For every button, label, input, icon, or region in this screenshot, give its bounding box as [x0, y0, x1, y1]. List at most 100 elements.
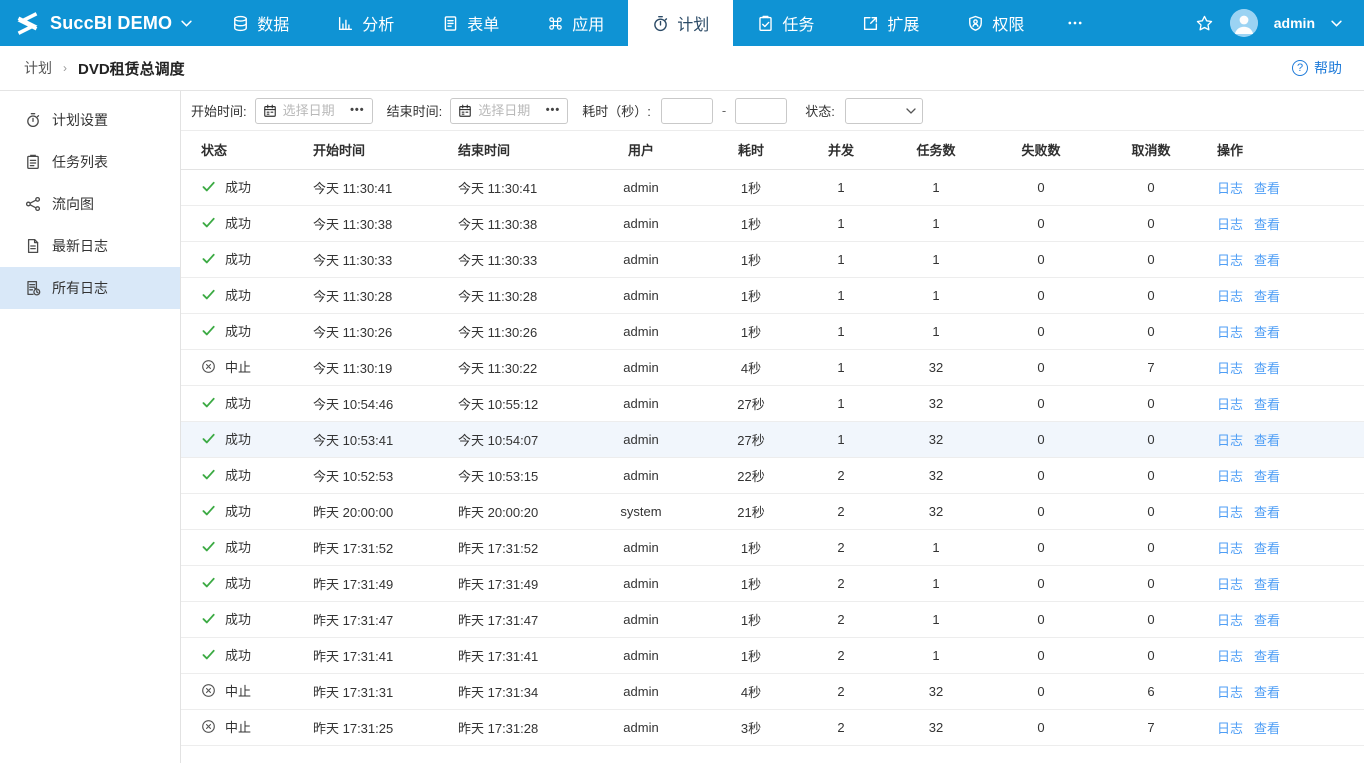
- end-date-field[interactable]: •••: [450, 98, 568, 124]
- end-date-input[interactable]: [478, 103, 539, 118]
- start-date-more-button[interactable]: •••: [350, 105, 365, 116]
- cell-failed-count: 0: [986, 565, 1096, 601]
- table-row[interactable]: 成功 今天 11:30:41 今天 11:30:41 admin 1秒 1 1 …: [181, 169, 1364, 205]
- view-link[interactable]: 查看: [1254, 253, 1280, 268]
- user-name[interactable]: admin: [1274, 15, 1315, 31]
- table-row[interactable]: 成功 昨天 17:31:49 昨天 17:31:49 admin 1秒 2 1 …: [181, 565, 1364, 601]
- cell-end-time: 今天 11:30:22: [436, 349, 576, 385]
- status-select[interactable]: [845, 98, 923, 124]
- view-link[interactable]: 查看: [1254, 289, 1280, 304]
- view-link[interactable]: 查看: [1254, 505, 1280, 520]
- end-time-label: 结束时间:: [387, 101, 443, 120]
- cell-task-count: 1: [886, 529, 986, 565]
- cell-concurrency: 1: [796, 205, 886, 241]
- view-link[interactable]: 查看: [1254, 361, 1280, 376]
- cell-start-time: 昨天 17:31:47: [291, 601, 436, 637]
- table-row[interactable]: 成功 今天 11:30:33 今天 11:30:33 admin 1秒 1 1 …: [181, 241, 1364, 277]
- user-avatar[interactable]: [1230, 9, 1258, 37]
- table-row[interactable]: 成功 昨天 17:31:47 昨天 17:31:47 admin 1秒 2 1 …: [181, 601, 1364, 637]
- user-chevron-down-icon[interactable]: [1331, 20, 1342, 27]
- log-link[interactable]: 日志: [1217, 469, 1243, 484]
- table-row[interactable]: 成功 今天 11:30:38 今天 11:30:38 admin 1秒 1 1 …: [181, 205, 1364, 241]
- table-row[interactable]: 中止 昨天 17:31:31 昨天 17:31:34 admin 4秒 2 32…: [181, 673, 1364, 709]
- table-row[interactable]: 成功 昨天 20:00:00 昨天 20:00:20 system 21秒 2 …: [181, 493, 1364, 529]
- sidebar: 计划设置 任务列表 流向图 最新日志 所有日志: [0, 91, 181, 763]
- cell-duration: 1秒: [706, 241, 796, 277]
- sidebar-item-flow-diagram[interactable]: 流向图: [0, 183, 180, 225]
- view-link[interactable]: 查看: [1254, 397, 1280, 412]
- log-link[interactable]: 日志: [1217, 613, 1243, 628]
- help-link[interactable]: ? 帮助: [1292, 58, 1342, 78]
- log-link[interactable]: 日志: [1217, 397, 1243, 412]
- sidebar-item-plan-settings[interactable]: 计划设置: [0, 99, 180, 141]
- log-link[interactable]: 日志: [1217, 721, 1243, 736]
- cell-end-time: 昨天 20:00:20: [436, 493, 576, 529]
- view-link[interactable]: 查看: [1254, 721, 1280, 736]
- duration-min-input[interactable]: [661, 98, 713, 124]
- view-link[interactable]: 查看: [1254, 613, 1280, 628]
- log-link[interactable]: 日志: [1217, 577, 1243, 592]
- log-link[interactable]: 日志: [1217, 685, 1243, 700]
- view-link[interactable]: 查看: [1254, 325, 1280, 340]
- view-link[interactable]: 查看: [1254, 685, 1280, 700]
- view-link[interactable]: 查看: [1254, 469, 1280, 484]
- log-link[interactable]: 日志: [1217, 505, 1243, 520]
- sidebar-item-task-list[interactable]: 任务列表: [0, 141, 180, 183]
- cell-end-time: 今天 11:30:28: [436, 277, 576, 313]
- nav-item-form[interactable]: 表单: [418, 0, 523, 46]
- col-status: 状态: [181, 131, 291, 169]
- log-link[interactable]: 日志: [1217, 361, 1243, 376]
- nav-item-extension[interactable]: 扩展: [838, 0, 943, 46]
- nav-item-analysis[interactable]: 分析: [313, 0, 418, 46]
- table-row[interactable]: 成功 今天 11:30:26 今天 11:30:26 admin 1秒 1 1 …: [181, 313, 1364, 349]
- table-row[interactable]: 成功 今天 10:52:53 今天 10:53:15 admin 22秒 2 3…: [181, 457, 1364, 493]
- log-link[interactable]: 日志: [1217, 325, 1243, 340]
- nav-item-tasks[interactable]: 任务: [733, 0, 838, 46]
- log-link[interactable]: 日志: [1217, 649, 1243, 664]
- log-link[interactable]: 日志: [1217, 541, 1243, 556]
- cell-concurrency: 1: [796, 169, 886, 205]
- start-date-input[interactable]: [283, 103, 344, 118]
- table-row[interactable]: 成功 昨天 17:31:52 昨天 17:31:52 admin 1秒 2 1 …: [181, 529, 1364, 565]
- chart-icon: [337, 15, 354, 32]
- view-link[interactable]: 查看: [1254, 541, 1280, 556]
- sidebar-item-all-logs[interactable]: 所有日志: [0, 267, 180, 309]
- nav-more-button[interactable]: [1048, 0, 1102, 46]
- nav-item-data[interactable]: 数据: [208, 0, 313, 46]
- table-row[interactable]: 中止 今天 11:30:19 今天 11:30:22 admin 4秒 1 32…: [181, 349, 1364, 385]
- table-row[interactable]: 成功 今天 10:53:41 今天 10:54:07 admin 27秒 1 3…: [181, 421, 1364, 457]
- cell-user: admin: [576, 637, 706, 673]
- table-row[interactable]: 成功 昨天 17:31:41 昨天 17:31:41 admin 1秒 2 1 …: [181, 637, 1364, 673]
- topbar-right: admin: [1195, 0, 1364, 46]
- view-link[interactable]: 查看: [1254, 433, 1280, 448]
- nav-item-permission[interactable]: 权限: [943, 0, 1048, 46]
- view-link[interactable]: 查看: [1254, 577, 1280, 592]
- brand-menu[interactable]: SuccBI DEMO: [0, 0, 208, 46]
- nav-item-apps[interactable]: 应用: [523, 0, 628, 46]
- end-date-more-button[interactable]: •••: [546, 105, 561, 116]
- cell-user: admin: [576, 457, 706, 493]
- cell-failed-count: 0: [986, 421, 1096, 457]
- log-link[interactable]: 日志: [1217, 433, 1243, 448]
- view-link[interactable]: 查看: [1254, 181, 1280, 196]
- log-link[interactable]: 日志: [1217, 289, 1243, 304]
- log-link[interactable]: 日志: [1217, 217, 1243, 232]
- start-time-label: 开始时间:: [191, 101, 247, 120]
- start-date-field[interactable]: •••: [255, 98, 373, 124]
- success-check-icon: [201, 287, 216, 302]
- nav-item-schedule[interactable]: 计划: [628, 0, 733, 46]
- log-link[interactable]: 日志: [1217, 181, 1243, 196]
- table-row[interactable]: 中止 昨天 17:31:25 昨天 17:31:28 admin 3秒 2 32…: [181, 709, 1364, 745]
- sidebar-item-latest-logs[interactable]: 最新日志: [0, 225, 180, 267]
- log-link[interactable]: 日志: [1217, 253, 1243, 268]
- duration-max-input[interactable]: [735, 98, 787, 124]
- view-link[interactable]: 查看: [1254, 217, 1280, 232]
- table-row[interactable]: 成功 今天 10:54:46 今天 10:55:12 admin 27秒 1 3…: [181, 385, 1364, 421]
- breadcrumb-root[interactable]: 计划: [24, 58, 52, 78]
- view-link[interactable]: 查看: [1254, 649, 1280, 664]
- favorite-star-icon[interactable]: [1195, 14, 1214, 33]
- status-label: 成功: [225, 609, 251, 628]
- apps-icon: [547, 15, 564, 32]
- cell-failed-count: 0: [986, 529, 1096, 565]
- table-row[interactable]: 成功 今天 11:30:28 今天 11:30:28 admin 1秒 1 1 …: [181, 277, 1364, 313]
